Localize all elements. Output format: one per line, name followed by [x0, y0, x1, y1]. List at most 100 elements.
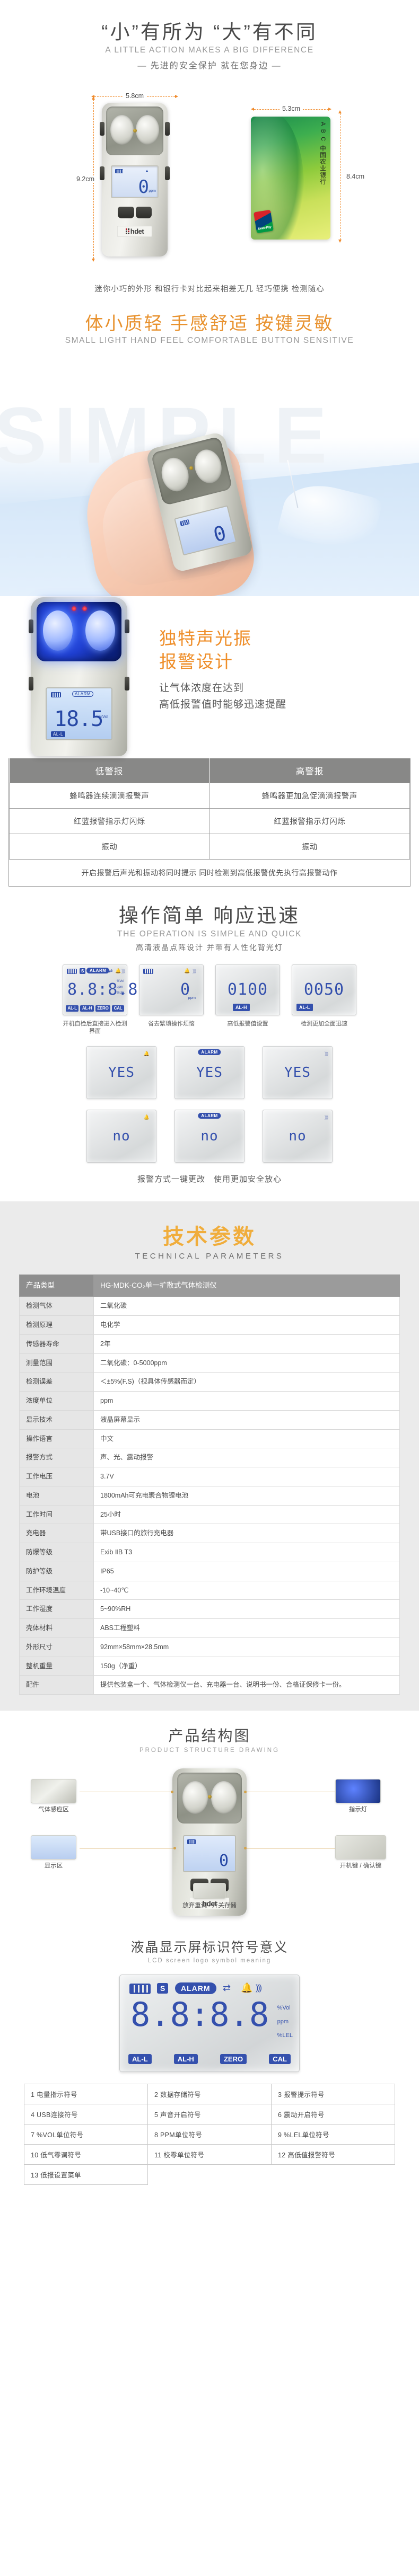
structure-title-en: PRODUCT STRUCTURE DRAWING: [139, 1747, 280, 1754]
structure-gas-sensor-right: [211, 1781, 237, 1814]
spec-key: 测量范围: [19, 1353, 94, 1373]
table-row: 检测原理 电化学: [19, 1315, 400, 1335]
alarm-comparison-table: 低警报 高警报 蜂鸣器连续滴滴报警声 蜂鸣器更加急促滴滴报警声 红蓝报警指示灯闪…: [8, 758, 411, 887]
simple-hand-section: SIMPLE 0: [0, 355, 419, 597]
alarm-gas-sensor-left: [43, 610, 73, 651]
spec-key: 外形尺寸: [19, 1637, 94, 1657]
tag-al-h: AL-H: [173, 2054, 198, 2065]
structure-lcd: 0: [183, 1835, 236, 1873]
table-row: 充电器 带USB接口的旅行充电器: [19, 1524, 400, 1544]
lcd-digits: 0050: [303, 980, 345, 999]
table-row: 整机重量 150g（净重）: [19, 1656, 400, 1676]
spec-value: 92mm×58mm×28.5mm: [93, 1637, 400, 1657]
bell-icon: 🔔: [115, 968, 121, 973]
device-lcd-unit: ppm: [149, 189, 156, 193]
lcd-digits: 0: [180, 980, 190, 999]
callout-indicator-light: 指示灯: [335, 1779, 381, 1814]
device-dimension-group: 5.8cm 9.2cm ▲ 0 ppm hdet: [74, 92, 191, 265]
spec-value: ppm: [93, 1391, 400, 1411]
structure-section: 产品结构图 PRODUCT STRUCTURE DRAWING 0 hdet 气…: [0, 1711, 419, 1930]
table-row: 报警方式 声、光、震动报警: [19, 1448, 400, 1468]
callout-chip-display: [31, 1835, 76, 1860]
alarm-desc-line1: 让气体浓度在达到: [159, 683, 245, 694]
unit-vol: %Vol: [116, 979, 124, 983]
lcd-legend-title-en: LCD screen logo symbol meaning: [147, 1958, 272, 1964]
bell-icon: 🔔: [241, 1982, 253, 1994]
spec-value: -10~40℃: [93, 1580, 400, 1600]
spec-key: 壳体材料: [19, 1618, 94, 1638]
lcd-screen-alarm-yes: ALARM YES: [174, 1046, 245, 1100]
device-lcd-value: 0: [138, 176, 149, 198]
spec-key: 浓度单位: [19, 1391, 94, 1411]
battery-icon: [67, 968, 77, 974]
unionpay-logo: UnionPay: [254, 209, 274, 234]
tag-cal: CAL: [269, 2054, 291, 2065]
list-item: 2 数据存储符号: [148, 2084, 272, 2105]
spec-value: 电化学: [93, 1315, 400, 1335]
callout-chip-reset-button: [193, 1883, 226, 1899]
alarm-device-side-button-left-2: [29, 619, 33, 634]
device-buttons: [118, 207, 152, 219]
alarm-high-sound: 蜂鸣器更加急促滴滴报警声: [209, 783, 410, 809]
alarm-title-line2: 报警设计: [159, 651, 233, 671]
unit-lel: %LEL: [277, 2032, 293, 2039]
bell-icon: ▲: [145, 169, 149, 174]
callout-label: 指示灯: [348, 1807, 368, 1813]
spec-value: Exib ⅡB T3: [93, 1543, 400, 1562]
operation-footer-text: 报警方式一键更改 使用更加安全放心: [137, 1175, 282, 1184]
hero-headline: “小”有所为 “大”有不同 A LITTLE ACTION MAKES A BI…: [0, 20, 419, 71]
bank-card: A B C 中国农业银行 UnionPay: [251, 117, 330, 240]
table-row: 开启报警后声光和振动将同时提示 同时检测到高低报警优先执行高报警动作: [9, 859, 410, 887]
operation-title-en: THE OPERATION IS SIMPLE AND QUICK: [117, 929, 302, 939]
structure-diagram: 0 hdet 气体感应区 显示区 指示灯 开机键 / 确认键 放弃重调 / 开关…: [0, 1763, 419, 1922]
list-item: 3 报警提示符号: [272, 2084, 395, 2105]
lcd-screen-vibrate-no: ))) no: [263, 1110, 333, 1163]
brand-dots-icon: [125, 228, 129, 235]
lcd-legend-title-cn: 液晶显示屏标识符号意义: [130, 1940, 289, 1955]
card-bank-name: 中国农业银行: [319, 145, 326, 185]
spec-value: 3.7V: [93, 1467, 400, 1486]
alarm-title-line1: 独特声光振: [159, 628, 252, 649]
list-item: 11 校零单位符号: [148, 2145, 272, 2165]
tag-al-l: AL-L: [296, 1003, 313, 1011]
list-item: 9 %LEL单位符号: [272, 2124, 395, 2145]
alarm-design-section: ALARM 18.5 %Vol AL-L 独特声光振 报警设计 让气体浓度在达到…: [0, 596, 419, 759]
spec-key: 产品类型: [19, 1274, 94, 1297]
list-item: 10 低气零调符号: [24, 2145, 148, 2165]
list-item: 7 %VOL单位符号: [24, 2124, 148, 2145]
hero-caption: 迷你小巧的外形 和银行卡对比起来相差无几 轻巧便携 检测随心: [94, 285, 325, 294]
storage-badge: S: [157, 1983, 169, 1994]
power-button: [118, 207, 134, 219]
spec-value: 二氧化碳: [93, 1296, 400, 1316]
lcd-unit-list: %Vol ppm %LEL: [117, 979, 125, 997]
spec-value: ＜±5%(F.S)（视具体传感器而定）: [93, 1372, 400, 1392]
tag-al-l: AL-L: [128, 2054, 152, 2065]
alarm-badge: ALARM: [86, 967, 110, 973]
lcd-tag-list: AL-L AL-H ZERO CAL: [66, 1005, 124, 1012]
slogan-cn: 体小质轻 手感舒适 按键灵敏: [85, 314, 334, 334]
held-gas-sensor-right: [191, 447, 225, 486]
bell-icon: 🔔: [143, 1051, 150, 1057]
spec-key: 防护等级: [19, 1561, 94, 1581]
device-width-label: 5.8cm: [123, 92, 147, 100]
card-height-label: 8.4cm: [344, 173, 368, 181]
alarm-low-vibrate: 振动: [9, 834, 210, 860]
structure-gas-sensor-left: [182, 1781, 208, 1814]
alarm-text-block: 独特声光振 报警设计 让气体浓度在达到 高低报警值时能够迅速提醒: [159, 627, 403, 713]
device-side-button-left-2: [100, 166, 104, 181]
list-item: 4 USB连接符号: [24, 2104, 148, 2125]
device-height-dimension: 9.2cm: [74, 96, 98, 262]
lcd-screen-vibrate-yes: ))) YES: [263, 1046, 333, 1100]
lcd-tag-list: AL-L AL-H ZERO CAL: [128, 2054, 291, 2065]
spec-value: 二氧化碳：0-5000ppm: [93, 1353, 400, 1373]
spec-value: ABS工程塑料: [93, 1618, 400, 1638]
alarm-device-side-button-right-2: [125, 619, 129, 634]
alarm-table-header-row: 低警报 高警报: [9, 758, 410, 783]
vibrate-icon: ))): [193, 968, 196, 973]
callout-chip-button: [335, 1835, 386, 1860]
lcd-digits: no: [289, 1128, 307, 1145]
callout-label: 显示区: [44, 1863, 63, 1870]
structure-lcd-value: 0: [219, 1852, 229, 1871]
table-row: 检测气体 二氧化碳: [19, 1296, 400, 1316]
alarm-low-sound: 蜂鸣器连续滴滴报警声: [9, 783, 210, 809]
